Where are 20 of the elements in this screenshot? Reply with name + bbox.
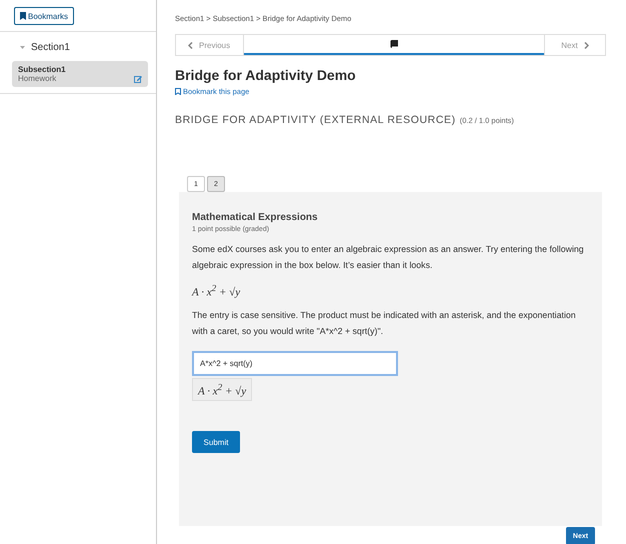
chevron-left-icon [188, 42, 193, 48]
math-expression: A · x$^{2}$ + √y [192, 283, 242, 299]
chevron-right-icon [584, 42, 589, 48]
bookmarks-button[interactable]: Bookmarks [14, 7, 74, 25]
instruction-text: The entry is case sensitive. The product must be indicated with an asterisk, and the exponentiation with a caret, so you would write "A*x^2 + sqrt(y)". [192, 308, 577, 338]
subsection-title: Subsection1 [18, 65, 66, 74]
section-title[interactable]: Section1 [31, 42, 70, 53]
component-heading: BRIDGE FOR ADAPTIVITY (EXTERNAL RESOURCE) [175, 114, 456, 126]
instruction-text: Some edX courses ask you to enter an algebraic expression as an answer. Try entering the following algebraic expression in the box below. It’s easier than it looks. [192, 243, 585, 272]
submit-button[interactable]: Submit [192, 431, 240, 454]
math-preview: A · x$^{2}$ + √y [192, 378, 252, 402]
page-title: Bridge for Adaptivity Demo [175, 67, 357, 83]
edit-icon [134, 75, 142, 83]
caret-icon[interactable] [20, 46, 25, 50]
bookmark-outline-icon [175, 88, 181, 95]
answer-field[interactable]: A*x^2 + sqrt(y) [192, 350, 398, 376]
subsection-item[interactable]: Subsection1 Homework [12, 61, 148, 87]
problem-title: Mathematical Expressions [192, 212, 319, 223]
subsection-type: Homework [18, 74, 58, 83]
bookmark-icon [20, 12, 26, 20]
